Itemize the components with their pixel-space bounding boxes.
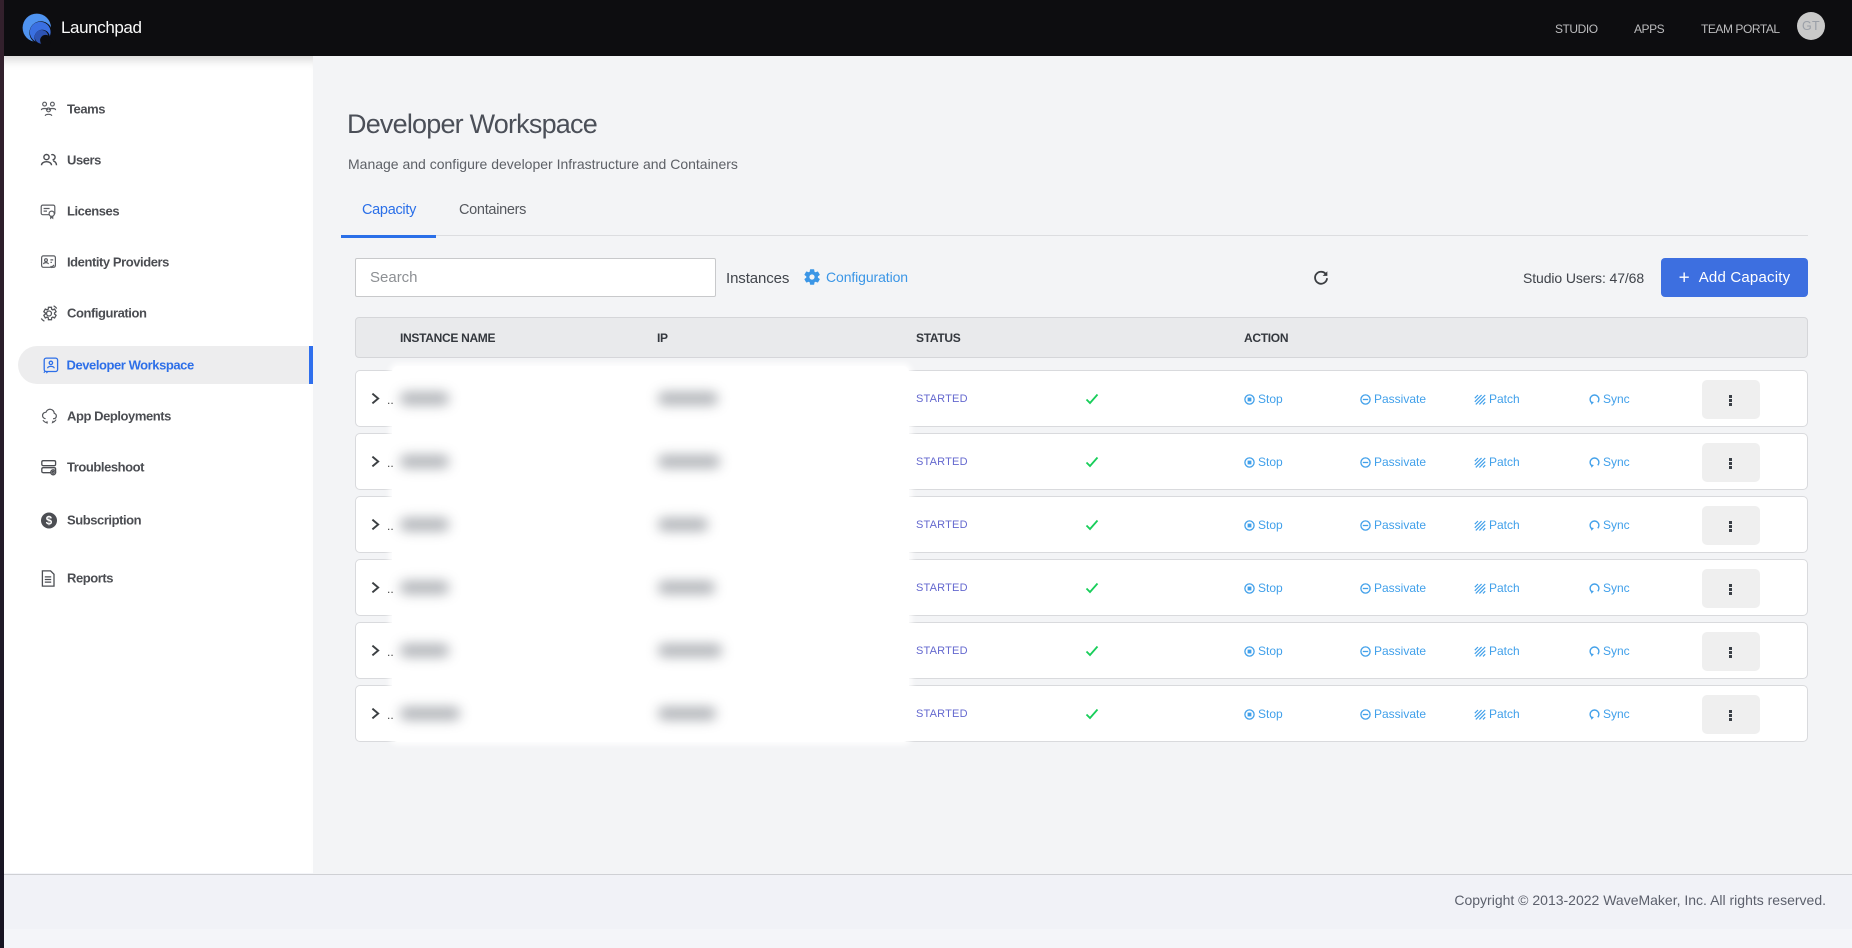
svg-text:$: $ — [46, 516, 53, 528]
